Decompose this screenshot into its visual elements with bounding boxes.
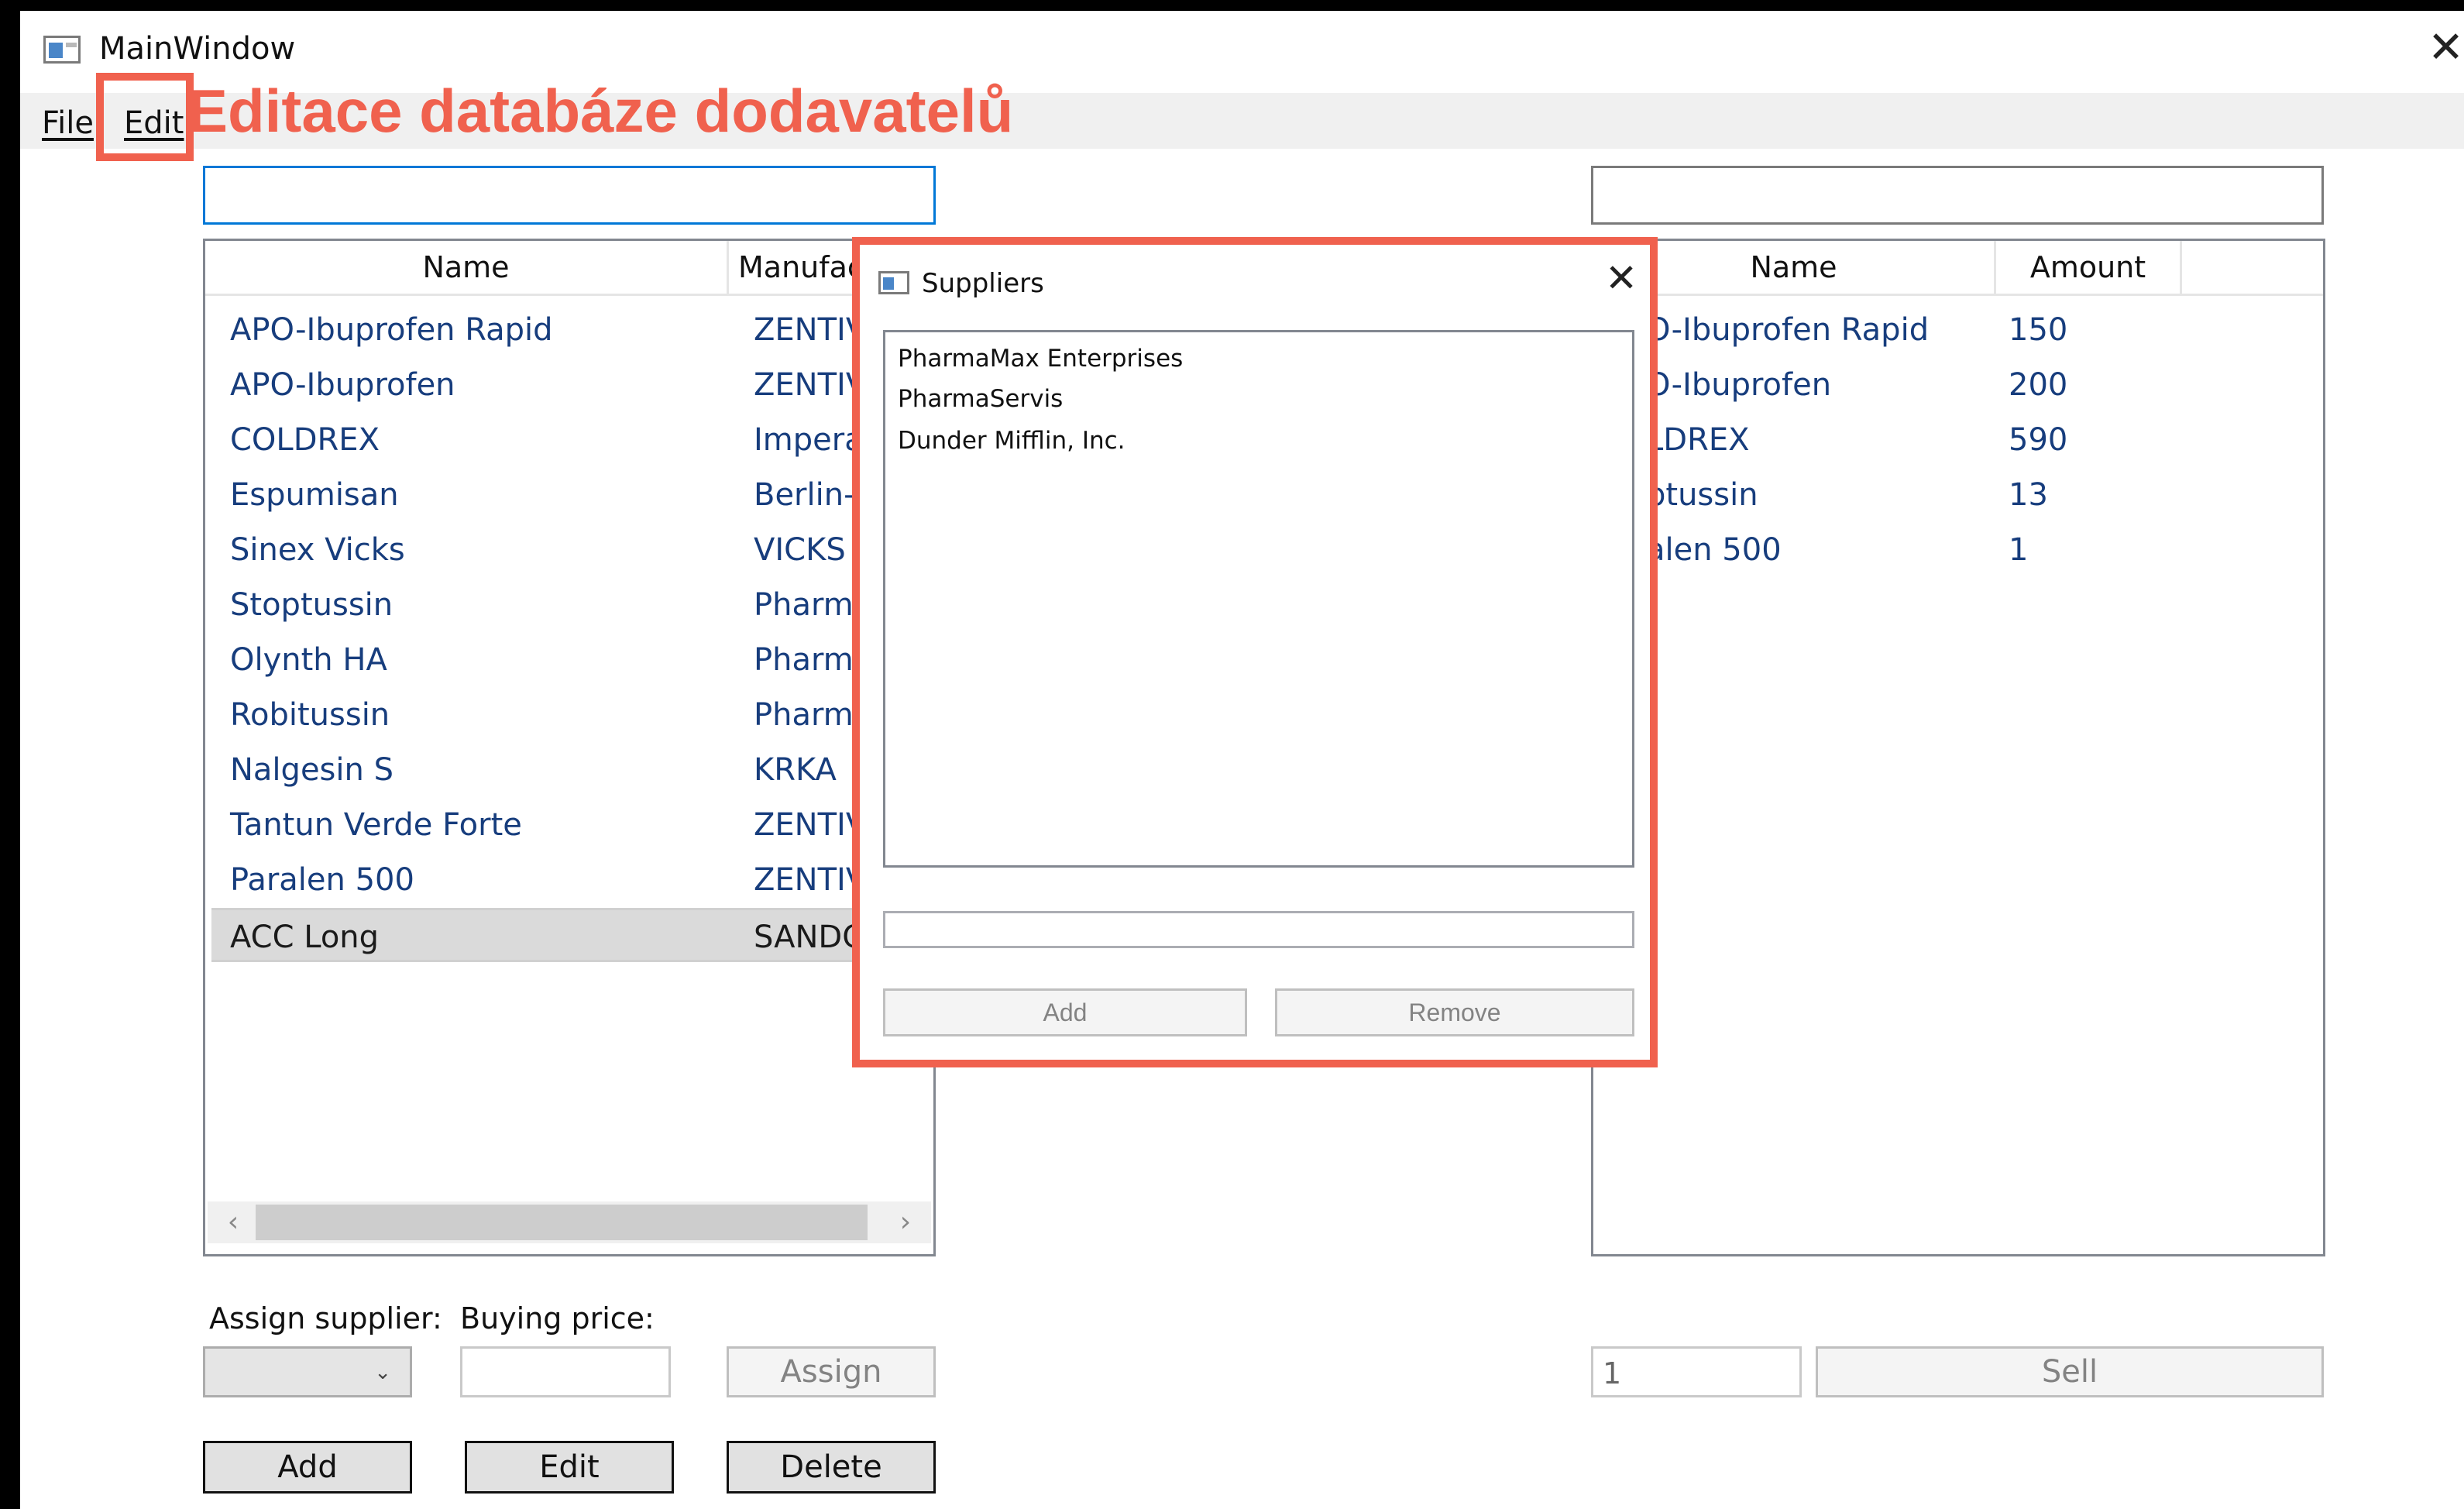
app-window-icon bbox=[43, 36, 81, 64]
stock-column-header-amount[interactable]: Amount bbox=[1996, 241, 2182, 294]
sell-quantity-input[interactable]: 1 bbox=[1591, 1346, 1802, 1397]
product-row[interactable]: Robitussin Pharma bbox=[211, 688, 927, 742]
stock-name-cell: LDREX bbox=[1646, 422, 1750, 458]
edit-menu-highlight bbox=[96, 73, 194, 161]
buying-price-label: Buying price: bbox=[460, 1301, 655, 1335]
product-manufacturer-cell: ZENTIV bbox=[754, 807, 868, 843]
product-row[interactable]: Sinex Vicks VICKS bbox=[211, 523, 927, 577]
scroll-right-icon[interactable]: › bbox=[885, 1201, 926, 1243]
product-name-cell: Robitussin bbox=[230, 697, 390, 733]
sell-button[interactable]: Sell bbox=[1816, 1346, 2324, 1397]
product-manufacturer-cell: ZENTIV bbox=[754, 312, 868, 348]
stock-row[interactable]: O-Ibuprofen 200 bbox=[1600, 358, 2317, 412]
edit-button[interactable]: Edit bbox=[465, 1441, 674, 1494]
stock-row[interactable]: ptussin 13 bbox=[1600, 468, 2317, 522]
column-header-name[interactable]: Name bbox=[205, 241, 729, 294]
product-row[interactable]: APO-Ibuprofen ZENTIV bbox=[211, 358, 927, 412]
sell-quantity-value: 1 bbox=[1603, 1356, 1622, 1390]
stock-amount-cell: 150 bbox=[2009, 312, 2068, 348]
add-button[interactable]: Add bbox=[203, 1441, 412, 1494]
product-row[interactable]: Stoptussin Pharma bbox=[211, 578, 927, 632]
assign-button[interactable]: Assign bbox=[727, 1346, 936, 1397]
scroll-left-icon[interactable]: ‹ bbox=[212, 1201, 254, 1243]
supplier-add-button[interactable]: Add bbox=[883, 988, 1247, 1036]
window-title: MainWindow bbox=[99, 31, 296, 67]
stock-name-cell: O-Ibuprofen Rapid bbox=[1646, 312, 1930, 348]
product-row[interactable]: Paralen 500 ZENTIV bbox=[211, 853, 927, 907]
product-row[interactable]: COLDREX Impera bbox=[211, 413, 927, 467]
product-manufacturer-cell: SANDC bbox=[754, 919, 864, 955]
close-icon[interactable]: ✕ bbox=[2428, 26, 2464, 70]
product-manufacturer-cell: ZENTIV bbox=[754, 367, 868, 403]
product-row[interactable]: APO-Ibuprofen Rapid ZENTIV bbox=[211, 303, 927, 357]
product-manufacturer-cell: Impera bbox=[754, 422, 864, 458]
product-row[interactable]: ACC Long SANDC bbox=[211, 908, 927, 962]
assign-supplier-label: Assign supplier: bbox=[209, 1301, 442, 1335]
product-row[interactable]: Tantun Verde Forte ZENTIV bbox=[211, 798, 927, 852]
stock-search-input[interactable] bbox=[1591, 166, 2324, 225]
header-divider bbox=[205, 294, 933, 296]
product-name-cell: Espumisan bbox=[230, 477, 399, 513]
title-bar: MainWindow ✕ bbox=[20, 11, 2464, 82]
product-manufacturer-cell: ZENTIV bbox=[754, 862, 868, 898]
stock-row[interactable]: alen 500 1 bbox=[1600, 523, 2317, 577]
product-search-input[interactable] bbox=[203, 166, 936, 225]
suppliers-list[interactable]: PharmaMax Enterprises PharmaServis Dunde… bbox=[883, 330, 1634, 868]
product-name-cell: Olynth HA bbox=[230, 642, 387, 678]
product-name-cell: Stoptussin bbox=[230, 587, 393, 623]
scrollbar-thumb[interactable] bbox=[256, 1205, 868, 1240]
stock-name-cell: ptussin bbox=[1646, 477, 1758, 513]
supplier-remove-button[interactable]: Remove bbox=[1275, 988, 1634, 1036]
horizontal-scrollbar[interactable]: ‹ › bbox=[208, 1201, 931, 1243]
stock-row[interactable]: O-Ibuprofen Rapid 150 bbox=[1600, 303, 2317, 357]
products-list[interactable]: Name Manufac APO-Ibuprofen Rapid ZENTIV AP… bbox=[203, 239, 936, 1256]
product-row[interactable]: Espumisan Berlin-C bbox=[211, 468, 927, 522]
dialog-title: Suppliers bbox=[922, 268, 1044, 299]
stock-name-cell: alen 500 bbox=[1646, 532, 1782, 568]
product-name-cell: Tantun Verde Forte bbox=[230, 807, 522, 843]
product-name-cell: APO-Ibuprofen bbox=[230, 367, 455, 403]
stock-header-divider bbox=[1593, 294, 2323, 296]
annotation-label: Editace databáze dodavatelů bbox=[187, 77, 1014, 145]
supplier-name-input[interactable] bbox=[883, 911, 1634, 948]
stock-amount-cell: 1 bbox=[2009, 532, 2029, 568]
product-name-cell: Nalgesin S bbox=[230, 752, 393, 788]
buying-price-input[interactable] bbox=[460, 1346, 671, 1397]
stock-row[interactable]: LDREX 590 bbox=[1600, 413, 2317, 467]
menu-file[interactable]: File bbox=[42, 105, 94, 141]
stock-list[interactable]: Name Amount O-Ibuprofen Rapid 150 O-Ibupro… bbox=[1591, 239, 2325, 1256]
product-row[interactable]: Olynth HA Pharma bbox=[211, 633, 927, 687]
product-manufacturer-cell: KRKA bbox=[754, 752, 837, 788]
product-name-cell: ACC Long bbox=[230, 919, 380, 955]
product-name-cell: APO-Ibuprofen Rapid bbox=[230, 312, 553, 348]
supplier-select[interactable]: ⌄ bbox=[203, 1346, 412, 1397]
product-name-cell: Paralen 500 bbox=[230, 862, 414, 898]
dialog-close-icon[interactable]: ✕ bbox=[1605, 259, 1638, 297]
product-manufacturer-cell: VICKS bbox=[754, 532, 846, 568]
stock-amount-cell: 200 bbox=[2009, 367, 2068, 403]
stock-name-cell: O-Ibuprofen bbox=[1646, 367, 1832, 403]
chevron-down-icon: ⌄ bbox=[374, 1361, 391, 1384]
product-row[interactable]: Nalgesin S KRKA bbox=[211, 743, 927, 797]
product-name-cell: Sinex Vicks bbox=[230, 532, 405, 568]
stock-amount-cell: 13 bbox=[2009, 477, 2048, 513]
suppliers-dialog: Suppliers ✕ PharmaMax Enterprises Pharma… bbox=[852, 237, 1658, 1067]
dialog-window-icon bbox=[878, 271, 909, 294]
delete-button[interactable]: Delete bbox=[727, 1441, 936, 1494]
product-name-cell: COLDREX bbox=[230, 422, 380, 458]
supplier-item[interactable]: PharmaServis bbox=[898, 385, 1063, 413]
stock-amount-cell: 590 bbox=[2009, 422, 2068, 458]
supplier-item[interactable]: Dunder Mifflin, Inc. bbox=[898, 427, 1125, 455]
supplier-item[interactable]: PharmaMax Enterprises bbox=[898, 345, 1183, 373]
